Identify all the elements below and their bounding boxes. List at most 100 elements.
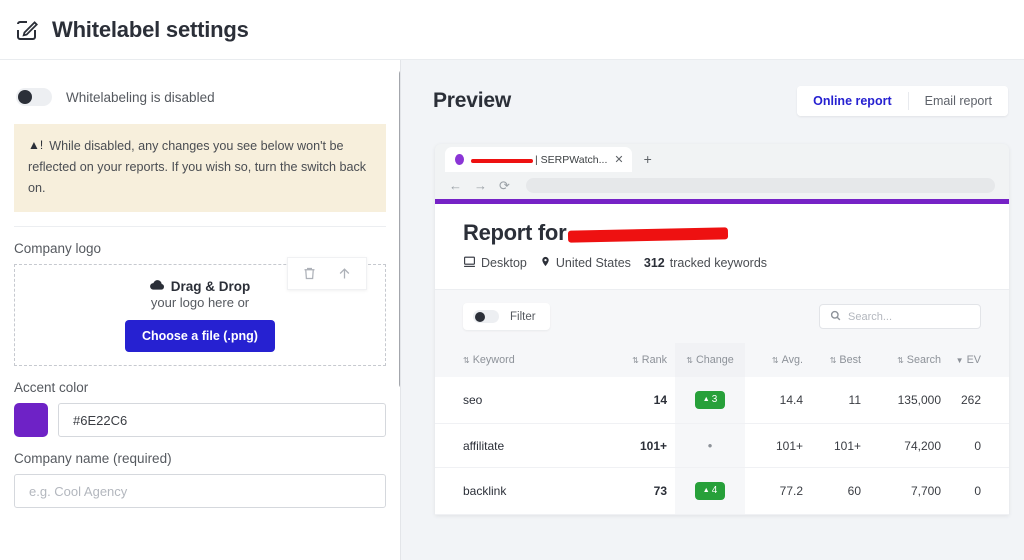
sort-desc-icon: ▼: [955, 356, 964, 365]
table-row[interactable]: affilitate 101+ • 101+ 101+ 74,200 0: [435, 423, 1009, 468]
table-row[interactable]: seo 14 ▲ 3 14.4 11 135,000 262: [435, 377, 1009, 424]
whitelabeling-switch[interactable]: [16, 88, 52, 106]
cell-change: •: [675, 423, 745, 468]
browser-url-bar[interactable]: [525, 178, 995, 193]
accent-color-label: Accent color: [14, 380, 89, 396]
cell-rank: 14: [609, 377, 675, 424]
monitor-icon: [463, 255, 476, 271]
col-label: Best: [839, 354, 861, 366]
browser-tabstrip: | SERPWatch... ✕ +: [435, 144, 1009, 172]
tab-online-report[interactable]: Online report: [797, 86, 908, 116]
report-header: Report for Desktop United States 312 tra…: [435, 204, 1009, 290]
report-title-row: Report for: [463, 220, 981, 246]
col-header-change[interactable]: ⇅ Change: [675, 343, 745, 377]
filter-toggle[interactable]: Filter: [463, 303, 550, 330]
col-header-rank[interactable]: ⇅ Rank: [609, 343, 675, 377]
page-title: Whitelabel settings: [52, 16, 249, 42]
report-body: Report for Desktop United States 312 tra…: [435, 204, 1009, 515]
col-label: Change: [695, 354, 734, 366]
switch-knob: [475, 311, 485, 322]
forward-arrow-icon[interactable]: →: [474, 179, 487, 192]
browser-preview-mock: | SERPWatch... ✕ + ← → ⟳ Report for Desk…: [435, 144, 1009, 515]
cell-keyword: affilitate: [435, 423, 609, 468]
dropzone-title: Drag & Drop: [170, 278, 251, 294]
logo-dropzone[interactable]: Drag & Drop your logo here or Choose a f…: [14, 257, 386, 367]
logo-actions-panel: [287, 257, 367, 291]
col-header-search[interactable]: ⇅ Search: [869, 343, 949, 377]
cell-ev: 262: [949, 377, 1009, 424]
cell-best: 101+: [811, 423, 869, 468]
report-title-prefix: Report for: [463, 220, 567, 245]
whitelabeling-toggle-row[interactable]: Whitelabeling is disabled: [12, 60, 388, 124]
cloud-upload-icon: [149, 279, 165, 294]
redaction-bar: [568, 227, 729, 243]
report-location-label: United States: [555, 256, 631, 270]
tab-email-report[interactable]: Email report: [908, 86, 1008, 116]
cell-keyword: seo: [435, 377, 609, 424]
col-label: Search: [906, 354, 941, 366]
cell-change: ▲ 3: [675, 377, 745, 424]
report-search-input[interactable]: [848, 310, 990, 323]
main-split: Whitelabeling is disabled ▲! While disabl…: [0, 60, 1024, 560]
company-name-input[interactable]: [14, 474, 386, 509]
settings-pane-scrollbar[interactable]: [399, 70, 400, 388]
col-header-best[interactable]: ⇅ Best: [811, 343, 869, 377]
disabled-warning-banner: ▲! While disabled, any changes you see be…: [14, 124, 386, 213]
warning-triangle-icon: ▲!: [28, 138, 44, 152]
filter-label: Filter: [510, 310, 536, 323]
trash-icon[interactable]: [302, 266, 317, 281]
arrow-up-icon: ▲: [702, 486, 710, 494]
filter-switch[interactable]: [473, 310, 499, 323]
cell-avg: 14.4: [745, 377, 811, 424]
sort-icon: ⇅: [686, 356, 693, 365]
browser-tab[interactable]: | SERPWatch... ✕: [445, 147, 632, 172]
col-header-keyword[interactable]: ⇅ Keyword: [435, 343, 609, 377]
cell-ev: 0: [949, 467, 1009, 515]
col-header-ev[interactable]: ▼ EV: [949, 343, 1009, 377]
accent-color-swatch[interactable]: [14, 403, 48, 438]
keywords-table-body: seo 14 ▲ 3 14.4 11 135,000 262 affilitate 101+ • 10…: [435, 377, 1009, 515]
browser-tab-title-row: | SERPWatch...: [471, 154, 607, 166]
cell-best: 11: [811, 377, 869, 424]
upload-icon[interactable]: [337, 266, 352, 281]
change-none-dot: •: [707, 438, 713, 453]
reload-icon[interactable]: ⟳: [499, 179, 510, 192]
col-header-avg[interactable]: ⇅ Avg.: [745, 343, 811, 377]
cell-keyword: backlink: [435, 467, 609, 515]
favicon-icon: [455, 154, 464, 165]
cell-search: 74,200: [869, 423, 949, 468]
cell-search: 135,000: [869, 377, 949, 424]
browser-tab-title: | SERPWatch...: [535, 153, 608, 166]
preview-header: Preview Online report Email report: [433, 86, 1008, 116]
col-label: Keyword: [472, 354, 515, 366]
settings-pane: Whitelabeling is disabled ▲! While disabl…: [0, 60, 400, 560]
preview-title: Preview: [433, 89, 511, 112]
close-icon[interactable]: ✕: [614, 153, 623, 166]
new-tab-icon[interactable]: +: [644, 151, 652, 167]
preview-pane: Preview Online report Email report | SER…: [401, 60, 1024, 560]
table-row[interactable]: backlink 73 ▲ 4 77.2 60 7,700 0: [435, 467, 1009, 515]
cell-best: 60: [811, 467, 869, 515]
company-name-label: Company name (required): [14, 451, 172, 467]
sort-icon: ⇅: [897, 356, 904, 365]
dropzone-title-row: Drag & Drop: [149, 278, 251, 294]
report-search-box[interactable]: [819, 304, 990, 329]
edit-square-icon: [14, 17, 40, 43]
accent-color-input[interactable]: [58, 403, 386, 438]
report-device-label: Desktop: [481, 256, 527, 270]
table-header-row: ⇅ Keyword ⇅ Rank ⇅ Change ⇅ Avg. ⇅ Best ⇅ Sear…: [435, 343, 1009, 377]
disabled-warning-text: While disabled, any changes you see belo…: [28, 139, 367, 195]
whitelabeling-toggle-label: Whitelabeling is disabled: [66, 89, 215, 105]
sort-icon: ⇅: [632, 356, 639, 365]
app-header: Whitelabel settings: [0, 0, 1024, 60]
report-keyword-count: 312: [643, 256, 665, 270]
sort-icon: ⇅: [463, 356, 470, 365]
col-label: Avg.: [781, 354, 803, 366]
map-pin-icon: [540, 255, 551, 271]
back-arrow-icon[interactable]: ←: [449, 179, 462, 192]
redaction-bar: [471, 158, 533, 163]
report-type-switcher: Online report Email report: [797, 86, 1008, 116]
cell-search: 7,700: [869, 467, 949, 515]
choose-file-button[interactable]: Choose a file (.png): [125, 319, 275, 352]
sort-icon: ⇅: [829, 356, 837, 365]
